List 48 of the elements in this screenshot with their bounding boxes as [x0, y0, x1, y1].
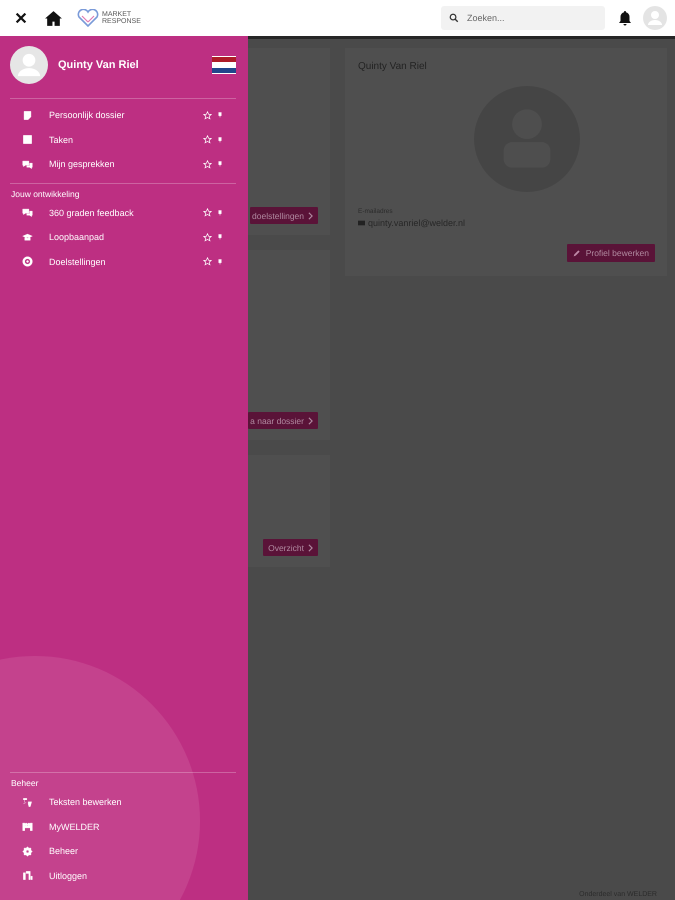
- graduation-cap-icon: [22, 232, 33, 243]
- close-icon[interactable]: [14, 11, 28, 25]
- edit-profile-button[interactable]: Profiel bewerken: [566, 244, 655, 262]
- pin-icon[interactable]: [218, 210, 222, 216]
- star-icon[interactable]: [203, 232, 212, 242]
- menu-item[interactable]: Uitloggen: [10, 864, 236, 888]
- menu-item[interactable]: Beheer: [10, 839, 236, 864]
- star-icon[interactable]: [203, 160, 212, 169]
- avatar-icon[interactable]: [10, 46, 48, 84]
- menu-item[interactable]: 360 graden feedback: [10, 200, 236, 225]
- menu-item[interactable]: MyWELDER: [10, 814, 236, 839]
- star-icon[interactable]: [203, 257, 212, 266]
- star-icon[interactable]: [203, 208, 212, 218]
- pin-icon[interactable]: [218, 136, 222, 143]
- card-button[interactable]: doelstellingen: [250, 207, 318, 224]
- section-title: Beheer: [10, 778, 40, 788]
- pin-icon[interactable]: [218, 161, 222, 168]
- card-button[interactable]: Overzicht: [263, 539, 318, 556]
- home-icon[interactable]: [44, 10, 63, 26]
- search-field[interactable]: Zoeken...: [441, 6, 605, 30]
- flag-icon[interactable]: [212, 56, 236, 74]
- pencil-icon: [572, 249, 581, 257]
- star-icon[interactable]: [203, 110, 212, 120]
- card-button[interactable]: a naar dossier: [248, 412, 318, 429]
- star-icon[interactable]: [203, 135, 212, 144]
- menu-item[interactable]: Mijn gesprekken: [10, 152, 236, 176]
- envelope-icon: [358, 220, 365, 226]
- chevron-right-icon: [308, 544, 313, 552]
- search-icon: [449, 13, 459, 23]
- chevron-right-icon: [308, 212, 313, 220]
- pin-icon[interactable]: [218, 258, 222, 265]
- chat-icon: [22, 207, 33, 218]
- menu-item[interactable]: Loopbaanpad: [10, 225, 236, 250]
- section-title: Jouw ontwikkeling: [10, 188, 81, 198]
- bell-icon[interactable]: [617, 10, 633, 26]
- note-icon: [22, 110, 33, 121]
- user-name: Quinty Van Riel: [58, 59, 140, 71]
- target-icon: [22, 256, 33, 268]
- chat-icon: [22, 158, 33, 170]
- menu-item[interactable]: Teksten bewerken: [10, 790, 236, 814]
- heart-logo-icon: [77, 9, 99, 27]
- pin-icon[interactable]: [218, 112, 222, 118]
- settings-icon: [22, 846, 33, 857]
- pin-icon[interactable]: [218, 234, 222, 240]
- chevron-right-icon: [308, 416, 313, 424]
- menu-item[interactable]: Persoonlijk dossier: [10, 103, 236, 128]
- menu-item[interactable]: Taken: [10, 128, 236, 152]
- menu-item[interactable]: Doelstellingen: [10, 250, 236, 274]
